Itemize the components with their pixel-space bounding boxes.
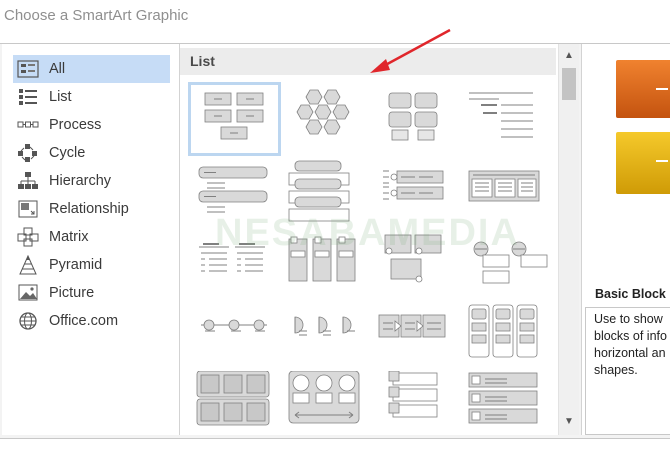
layout-trapezoid-list[interactable] (191, 301, 278, 369)
process-icon (17, 115, 39, 135)
category-matrix[interactable]: Matrix (13, 223, 170, 251)
category-list-item[interactable]: List (13, 83, 170, 111)
layout-picture-accent-list[interactable] (461, 371, 548, 435)
category-label: Cycle (49, 145, 86, 161)
layout-chevron-list[interactable] (371, 301, 458, 369)
scroll-up-icon[interactable]: ▲ (563, 50, 575, 62)
layout-converging-list[interactable] (281, 370, 368, 435)
dialog-titlebar: Choose a SmartArt Graphic (0, 0, 670, 36)
hierarchy-icon (17, 171, 39, 191)
dialog-title: Choose a SmartArt Graphic (4, 7, 189, 24)
layout-table-list[interactable] (461, 157, 548, 225)
layout-tab-list[interactable] (281, 229, 368, 297)
gallery-scrollbar[interactable]: ▲ ▼ (558, 44, 579, 435)
layout-square-accent-list[interactable] (461, 301, 548, 369)
list-icon (17, 87, 39, 107)
layout-circle-accent-list[interactable] (461, 229, 548, 297)
category-label: Process (49, 117, 102, 133)
red-arrow-annotation (370, 28, 451, 73)
preview-orange-block (616, 60, 670, 118)
preview-description-line: blocks of info (594, 329, 667, 343)
category-hierarchy[interactable]: Hierarchy (13, 167, 170, 195)
layout-lined-list[interactable] (461, 85, 548, 153)
layout-gallery: List (180, 44, 558, 435)
picture-icon (17, 283, 39, 303)
layout-horizontal-bullet-list[interactable] (191, 229, 278, 297)
category-cycle[interactable]: Cycle (13, 139, 170, 167)
category-process[interactable]: Process (13, 111, 170, 139)
preview-gold-block (616, 132, 670, 194)
relationship-icon (17, 199, 39, 219)
layout-vertical-bullet-list[interactable] (191, 157, 278, 225)
pyramid-icon (17, 254, 39, 275)
layout-basic-block-list[interactable] (188, 82, 281, 156)
layout-descending-block-list[interactable] (281, 301, 368, 369)
category-relationship[interactable]: Relationship (13, 195, 170, 223)
globe-icon (17, 311, 39, 331)
layout-picture-caption-list[interactable] (371, 229, 458, 297)
layout-grouped-list[interactable] (371, 85, 458, 153)
layout-stacked-list[interactable] (281, 157, 368, 225)
layout-table-hierarchy-list[interactable] (191, 370, 278, 435)
scrollbar-thumb[interactable] (562, 68, 576, 100)
category-picture[interactable]: Picture (13, 279, 170, 307)
category-all[interactable]: All (13, 55, 170, 83)
category-label: Hierarchy (49, 173, 112, 189)
preview-description-line: Use to show (594, 312, 663, 326)
scroll-down-icon[interactable]: ▼ (563, 416, 575, 428)
layout-vertical-box-list[interactable] (371, 157, 458, 225)
cycle-icon (17, 143, 39, 163)
matrix-icon (17, 227, 39, 247)
preview-description-line: horizontal an (594, 346, 666, 360)
category-office-com[interactable]: Office.com (13, 307, 170, 335)
category-label: All (49, 61, 66, 77)
preview-description: Use to show blocks of info horizontal an… (585, 307, 670, 435)
category-list: All List Process Cycle Hierarchy Relatio… (2, 44, 180, 435)
preview-description-line: shapes. (594, 363, 638, 377)
category-label: Picture (49, 285, 95, 301)
all-icon (17, 59, 39, 79)
category-label: List (49, 89, 72, 105)
preview-panel: Basic Block L Use to show blocks of info… (581, 44, 670, 435)
layout-hexagon-list[interactable] (281, 85, 368, 153)
layout-vertical-accent-list[interactable] (371, 370, 458, 435)
category-label: Relationship (49, 201, 129, 217)
preview-title: Basic Block L (595, 287, 670, 301)
category-pyramid[interactable]: Pyramid (13, 251, 170, 279)
category-label: Office.com (49, 313, 119, 329)
gallery-section-label: List (190, 53, 215, 69)
category-label: Pyramid (49, 257, 103, 273)
category-label: Matrix (49, 229, 89, 245)
